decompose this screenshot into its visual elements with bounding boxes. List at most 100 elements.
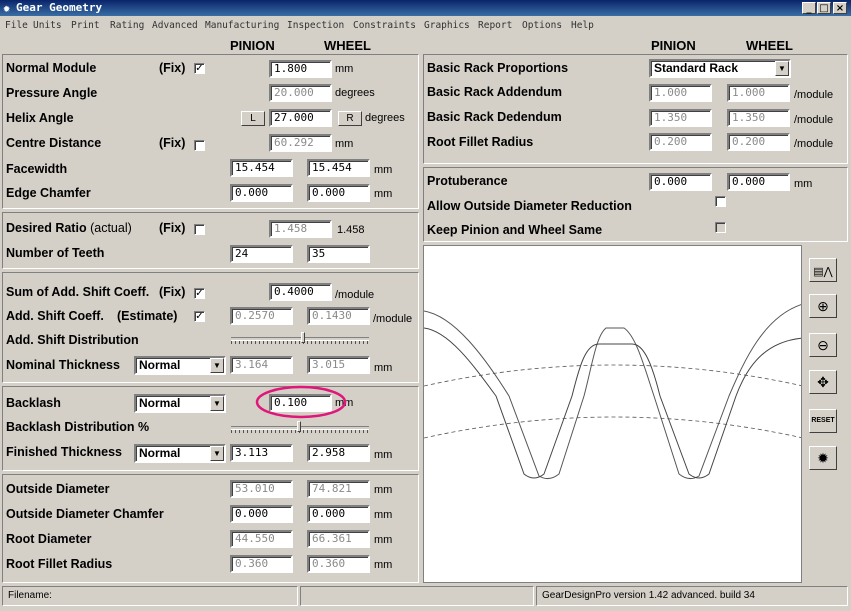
menu-advanced[interactable]: Advanced — [152, 20, 198, 31]
root-diameter-label: Root Diameter — [6, 532, 92, 546]
rack-dedendum-pinion-input[interactable]: 1.350 — [649, 109, 712, 127]
desired-ratio-actual-label: (actual) — [90, 221, 132, 235]
centre-distance-fix-checkbox[interactable] — [194, 140, 205, 151]
rack-addendum-pinion-input[interactable]: 1.000 — [649, 84, 712, 102]
chevron-down-icon[interactable]: ▼ — [210, 396, 224, 411]
menu-manufacturing[interactable]: Manufacturing — [205, 20, 279, 31]
finished-thickness-pinion-input[interactable]: 3.113 — [230, 444, 293, 462]
root-fillet-wheel-input[interactable]: 0.360 — [307, 555, 370, 573]
helix-angle-input[interactable]: 27.000 — [269, 109, 332, 127]
menu-rating[interactable]: Rating — [110, 20, 144, 31]
rack-proportions-select[interactable]: Standard Rack ▼ — [649, 59, 791, 78]
wheel-tooth-profile — [424, 327, 801, 479]
gear-graphics-view[interactable] — [423, 245, 802, 583]
facewidth-pinion-input[interactable]: 15.454 — [230, 159, 293, 177]
menu-file[interactable]: File — [5, 20, 28, 31]
allow-od-reduction-checkbox[interactable] — [715, 196, 726, 207]
keep-same-checkbox[interactable] — [715, 222, 726, 233]
finished-thickness-select-value: Normal — [139, 446, 181, 460]
sum-shift-input[interactable]: 0.4000 — [269, 283, 332, 301]
menu-report[interactable]: Report — [478, 20, 512, 31]
rack-addendum-wheel-input[interactable]: 1.000 — [727, 84, 790, 102]
edge-chamfer-pinion-input[interactable]: 0.000 — [230, 184, 293, 202]
helix-hand-left-button[interactable]: L — [241, 111, 265, 126]
pressure-angle-input[interactable]: 20.000 — [269, 84, 332, 102]
finished-thickness-wheel-input[interactable]: 2.958 — [307, 444, 370, 462]
add-shift-wheel-input[interactable]: 0.1430 — [307, 307, 370, 325]
menu-constraints[interactable]: Constraints — [353, 20, 416, 31]
rack-dedendum-label: Basic Rack Dedendum — [427, 110, 562, 124]
profile-view-button[interactable]: ▤⋀ — [809, 258, 837, 282]
chevron-down-icon[interactable]: ▼ — [210, 358, 224, 373]
shift-distribution-thumb[interactable] — [301, 332, 305, 343]
teeth-pinion-input[interactable]: 24 — [230, 245, 293, 263]
helix-angle-label: Helix Angle — [6, 111, 74, 125]
menu-units[interactable]: Units — [33, 20, 62, 31]
gear-mesh-drawing — [424, 304, 801, 480]
outside-diameter-wheel-input[interactable]: 74.821 — [307, 480, 370, 498]
normal-module-input[interactable]: 1.800 — [269, 60, 332, 78]
add-shift-estimate-label: (Estimate) — [117, 309, 178, 323]
nominal-thickness-pinion-input[interactable]: 3.164 — [230, 356, 293, 374]
root-diameter-pinion-input[interactable]: 44.550 — [230, 530, 293, 548]
menu-print[interactable]: Print — [71, 20, 100, 31]
window-title: Gear Geometry — [16, 1, 103, 14]
centre-distance-input[interactable]: 60.292 — [269, 134, 332, 152]
nominal-thickness-label: Nominal Thickness — [6, 358, 120, 372]
reset-view-button[interactable]: RESET — [809, 409, 837, 433]
rack-root-fillet-wheel-input[interactable]: 0.200 — [727, 133, 790, 151]
backlash-distribution-thumb[interactable] — [297, 421, 301, 432]
edge-chamfer-unit: mm — [374, 188, 393, 200]
add-shift-estimate-checkbox[interactable]: ✓ — [194, 311, 205, 322]
backlash-distribution-slider[interactable] — [231, 421, 369, 433]
chevron-down-icon[interactable]: ▼ — [210, 446, 224, 461]
finished-thickness-unit: mm — [374, 449, 393, 461]
rack-dedendum-wheel-input[interactable]: 1.350 — [727, 109, 790, 127]
zoom-in-button[interactable]: ⊕ — [809, 294, 837, 318]
chevron-down-icon[interactable]: ▼ — [775, 61, 789, 76]
desired-ratio-label: Desired Ratio (actual) — [6, 221, 132, 235]
zoom-out-button[interactable]: ⊖ — [809, 333, 837, 357]
edge-chamfer-wheel-input[interactable]: 0.000 — [307, 184, 370, 202]
shift-distribution-slider[interactable] — [231, 332, 369, 344]
sum-shift-fix-checkbox[interactable]: ✓ — [194, 288, 205, 299]
sum-shift-unit: /module — [335, 289, 375, 301]
pan-button[interactable]: ✥ — [809, 370, 837, 394]
menu-help[interactable]: Help — [571, 20, 594, 31]
protuberance-pinion-input[interactable]: 0.000 — [649, 173, 712, 191]
shift-distribution-label: Add. Shift Distribution — [6, 333, 139, 347]
rack-addendum-unit: /module — [794, 89, 834, 101]
normal-module-fix-checkbox[interactable]: ✓ — [194, 63, 205, 74]
rack-addendum-label: Basic Rack Addendum — [427, 85, 562, 99]
root-diameter-unit: mm — [374, 534, 393, 546]
facewidth-wheel-input[interactable]: 15.454 — [307, 159, 370, 177]
menu-inspection[interactable]: Inspection — [287, 20, 344, 31]
menu-graphics[interactable]: Graphics — [424, 20, 470, 31]
status-filename: Filename: — [2, 586, 298, 606]
outside-diameter-pinion-input[interactable]: 53.010 — [230, 480, 293, 498]
gear-render-button[interactable]: ✹ — [809, 446, 837, 470]
root-fillet-pinion-input[interactable]: 0.360 — [230, 555, 293, 573]
root-diameter-wheel-input[interactable]: 66.361 — [307, 530, 370, 548]
helix-hand-right-button[interactable]: R — [338, 111, 362, 126]
nominal-thickness-wheel-input[interactable]: 3.015 — [307, 356, 370, 374]
nominal-thickness-select[interactable]: Normal ▼ — [134, 356, 226, 375]
backlash-select[interactable]: Normal ▼ — [134, 394, 226, 413]
menu-options[interactable]: Options — [522, 20, 562, 31]
header-wheel-left: WHEEL — [324, 38, 371, 53]
desired-ratio-input[interactable]: 1.458 — [269, 220, 332, 238]
add-shift-pinion-input[interactable]: 0.2570 — [230, 307, 293, 325]
teeth-wheel-input[interactable]: 35 — [307, 245, 370, 263]
rack-root-fillet-label: Root Fillet Radius — [427, 135, 534, 149]
finished-thickness-select[interactable]: Normal ▼ — [134, 444, 226, 463]
minimize-button[interactable]: _ — [802, 2, 816, 14]
od-chamfer-pinion-input[interactable]: 0.000 — [230, 505, 293, 523]
desired-ratio-fix-checkbox[interactable] — [194, 224, 205, 235]
od-chamfer-wheel-input[interactable]: 0.000 — [307, 505, 370, 523]
annotation-ellipse — [255, 385, 347, 419]
protuberance-wheel-input[interactable]: 0.000 — [727, 173, 790, 191]
close-button[interactable]: × — [833, 2, 847, 14]
centre-distance-label: Centre Distance — [6, 136, 102, 150]
maximize-button[interactable]: □ — [817, 2, 831, 14]
rack-root-fillet-pinion-input[interactable]: 0.200 — [649, 133, 712, 151]
